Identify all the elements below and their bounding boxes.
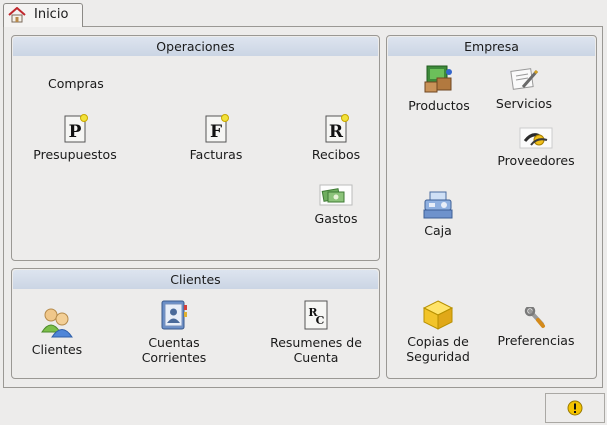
products-icon [424, 65, 452, 93]
doc-letter: C [316, 314, 325, 327]
money-bills-icon [319, 184, 353, 206]
presupuesto-document-icon: P [64, 114, 88, 143]
recibos-label: Recibos [311, 147, 361, 162]
recibo-document-icon: R [325, 114, 349, 143]
cuentas-corrientes-button[interactable]: Cuentas Corrientes [132, 299, 216, 365]
status-panel [545, 393, 605, 423]
copias-label-1: Copias de [407, 334, 469, 349]
copias-de-seguridad-button[interactable]: Copias de Seguridad [402, 300, 474, 364]
tab-inicio[interactable]: Inicio [3, 3, 83, 27]
presupuestos-label: Presupuestos [33, 147, 117, 162]
resumen-document-icon: R C [304, 300, 328, 330]
presupuestos-button[interactable]: P Presupuestos [28, 113, 122, 162]
doc-letter: P [69, 122, 82, 142]
backup-cube-icon [422, 300, 454, 330]
clientes-button[interactable]: Clientes [28, 306, 86, 357]
caja-label: Caja [424, 223, 452, 238]
proveedores-label: Proveedores [497, 153, 575, 168]
preferencias-button[interactable]: Preferencias [494, 307, 578, 348]
proveedores-button[interactable]: Proveedores [494, 127, 578, 168]
servicios-label: Servicios [495, 96, 553, 111]
servicios-button[interactable]: Servicios [494, 66, 554, 111]
document-pen-icon [510, 68, 539, 90]
preferencias-label: Preferencias [497, 333, 575, 348]
resumenes-label-2: Cuenta [293, 350, 339, 365]
resumenes-label-1: Resumenes de [270, 335, 362, 350]
clientes-label: Clientes [31, 342, 83, 357]
compras-link[interactable]: Compras [48, 76, 104, 91]
recibos-button[interactable]: R Recibos [306, 113, 366, 162]
empresa-title: Empresa [388, 37, 595, 56]
facturas-label: Facturas [189, 147, 243, 162]
warning-icon[interactable] [567, 400, 583, 416]
handshake-icon [519, 127, 553, 149]
gastos-button[interactable]: Gastos [308, 183, 364, 226]
cuentas-label-2: Corrientes [141, 350, 207, 365]
users-icon [41, 308, 73, 338]
home-icon [8, 7, 26, 23]
gastos-label: Gastos [314, 211, 358, 226]
caja-button[interactable]: Caja [416, 191, 460, 238]
cash-register-icon [423, 191, 453, 219]
doc-letter: F [210, 122, 222, 142]
copias-label-2: Seguridad [406, 349, 470, 364]
productos-label: Productos [408, 98, 470, 113]
resumenes-de-cuenta-button[interactable]: R C Resumenes de Cuenta [264, 299, 368, 365]
address-book-icon [161, 300, 187, 330]
facturas-button[interactable]: F Facturas [180, 113, 252, 162]
tab-label: Inicio [34, 7, 69, 22]
cuentas-label-1: Cuentas [148, 335, 200, 350]
productos-button[interactable]: Productos [404, 64, 474, 113]
doc-letter: R [329, 122, 344, 142]
operaciones-title: Operaciones [13, 37, 378, 56]
factura-document-icon: F [205, 114, 229, 143]
clientes-title: Clientes [13, 270, 378, 289]
wrench-icon [524, 307, 545, 328]
